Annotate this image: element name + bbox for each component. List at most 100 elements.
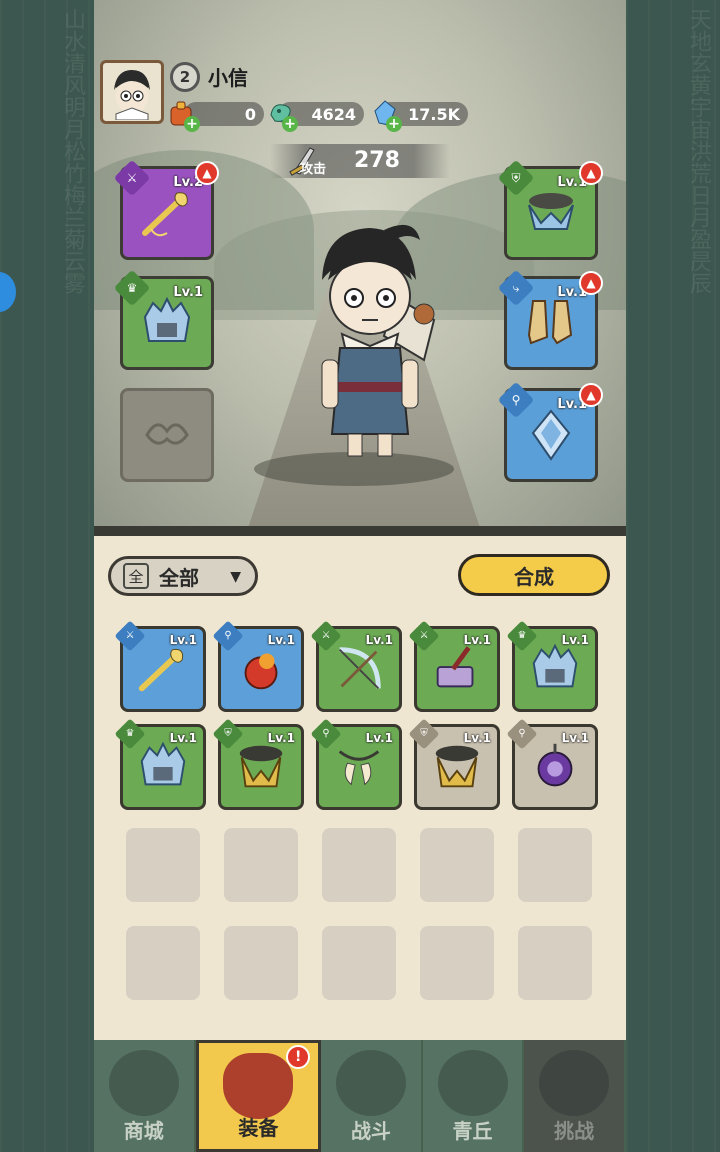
equip-slot-weapon[interactable]: ⚔ Lv.2 ▲ [113, 159, 219, 260]
nav-tab-equipment[interactable]: ! 装备 [195, 1040, 322, 1152]
player-level-badge: 2 [170, 62, 200, 92]
bow-icon [338, 647, 381, 690]
inventory-item[interactable]: ⚲ Lv.1 [212, 620, 304, 712]
mountain-icon [437, 1050, 508, 1116]
inventory-item[interactable]: ♛ Lv.1 [114, 718, 206, 810]
empty-ornament-icon [145, 423, 189, 445]
inventory-item[interactable]: ⛨ Lv.1 [212, 718, 304, 810]
player-avatar[interactable] [100, 60, 164, 124]
filter-category-box: 全 [123, 563, 149, 589]
crystal-add-button[interactable]: + [386, 116, 402, 132]
equip-slot-armor[interactable]: ⛨ Lv.1 ▲ [497, 159, 603, 260]
armor-type-icon: ⛨ [408, 718, 440, 750]
nav-label: 装备 [238, 1116, 279, 1140]
inventory-empty-slot [518, 926, 592, 1000]
bottom-nav: 商城 ! 装备 战斗 青丘 挑战 [94, 1040, 626, 1152]
item-level: Lv.1 [463, 731, 491, 745]
fur-armor-icon [528, 193, 574, 230]
nav-label: 战斗 [350, 1119, 391, 1143]
filter-label: 全部 [159, 565, 199, 590]
upgrade-arrow-icon: ▲ [579, 271, 603, 295]
crystal-currency-value: 17.5K [408, 104, 460, 124]
nav-tab-challenge[interactable]: 挑战 [524, 1040, 626, 1152]
gift-add-button[interactable]: + [184, 116, 200, 132]
nav-label: 商城 [123, 1119, 164, 1143]
equip-slot-helmet[interactable]: ♛ Lv.1 [113, 269, 214, 370]
attack-label: 攻击 [300, 162, 327, 177]
ice-helmet-icon [532, 643, 578, 688]
ice-helmet-icon [140, 741, 186, 786]
equip-slot-boots[interactable]: ⤷ Lv.1 ▲ [497, 269, 603, 370]
inventory-item[interactable]: ⚲ Lv.1 [310, 718, 402, 810]
equip-slot-amulet[interactable]: ⚲ Lv.1 ▲ [497, 381, 603, 482]
armor-type-icon: ⛨ [497, 159, 535, 197]
merge-button[interactable]: 合成 [458, 554, 610, 596]
golden-staff-icon [142, 192, 188, 237]
nav-tab-qingqiu[interactable]: 青丘 [423, 1040, 525, 1152]
helmet-type-icon: ♛ [506, 620, 538, 652]
inventory-panel: 全 全部 ▼ 合成 ⚔ Lv.1 ⚲ Lv.1 ⚔ Lv.1 ⚔ Lv.1 ♛ … [94, 536, 626, 1040]
amulet-type-icon: ⚲ [497, 381, 535, 419]
left-backdrop: 山水清风明月松竹梅兰菊云雾 [0, 0, 94, 1152]
weapon-type-icon: ⚔ [408, 620, 440, 652]
necklace-type-icon: ⚲ [506, 718, 538, 750]
helmet-type-icon: ♛ [113, 269, 151, 307]
item-level: Lv.1 [561, 731, 589, 745]
inventory-item[interactable]: ⚔ Lv.1 [310, 620, 402, 712]
inventory-item[interactable]: ⚔ Lv.1 [114, 620, 206, 712]
right-backdrop: 天地玄黄宇宙洪荒日月盈昃辰 [626, 0, 720, 1152]
inventory-empty-slot [518, 828, 592, 902]
avatar-face-icon [104, 64, 160, 120]
inventory-empty-slot [420, 828, 494, 902]
inventory-item[interactable]: ⚲ Lv.1 [506, 718, 598, 810]
jade-currency-value: 4624 [311, 104, 356, 124]
necklace-type-icon: ⚲ [212, 620, 244, 652]
item-level: Lv.1 [267, 633, 295, 647]
ice-helmet-icon [143, 296, 191, 342]
jade-add-button[interactable]: + [282, 116, 298, 132]
crystal-amulet-icon [531, 409, 571, 461]
crossed-swords-icon [335, 1050, 406, 1116]
gold-armor-icon [239, 745, 283, 788]
upgrade-arrow-icon: ▲ [195, 161, 219, 185]
hero-character[interactable] [284, 210, 454, 470]
inventory-item[interactable]: ⚔ Lv.1 [408, 620, 500, 712]
inventory-item[interactable]: ⛨ Lv.1 [408, 718, 500, 810]
inventory-empty-slot [224, 926, 298, 1000]
nav-label: 挑战 [554, 1119, 595, 1143]
weapon-type-icon: ⚔ [310, 620, 342, 652]
inventory-empty-slot [126, 926, 200, 1000]
armor-type-icon: ⛨ [212, 718, 244, 750]
golden-staff-icon [138, 648, 184, 692]
purple-orb-icon [537, 743, 573, 787]
item-level: Lv.1 [365, 731, 393, 745]
necklace-type-icon: ⚲ [310, 718, 342, 750]
attack-power-bar: 攻击 278 [270, 144, 450, 178]
inventory-empty-slot [420, 926, 494, 1000]
nav-tab-battle[interactable]: 战斗 [321, 1040, 423, 1152]
fang-necklace-icon [338, 750, 380, 786]
equip-level: Lv.1 [173, 285, 203, 300]
character-scene: 2 小信 0 + 4624 + 17.5K + 攻击 278 ⚔ Lv.2 ▲ … [94, 0, 626, 536]
inventory-item[interactable]: ♛ Lv.1 [506, 620, 598, 712]
inventory-empty-slot [126, 828, 200, 902]
inventory-empty-slot [322, 926, 396, 1000]
challenge-orb-icon [539, 1050, 610, 1116]
nav-label: 青丘 [452, 1119, 493, 1143]
gold-armor-icon [435, 745, 479, 788]
player-name: 小信 [208, 66, 248, 90]
item-level: Lv.1 [561, 633, 589, 647]
chevron-down-icon: ▼ [230, 569, 241, 585]
alert-badge: ! [286, 1045, 311, 1069]
category-filter-dropdown[interactable]: 全 全部 ▼ [108, 556, 258, 596]
weapon-type-icon: ⚔ [113, 159, 151, 197]
equip-slot-accessory-empty[interactable] [120, 388, 214, 482]
item-level: Lv.1 [365, 633, 393, 647]
shop-icon [108, 1050, 179, 1116]
game-screen: 2 小信 0 + 4624 + 17.5K + 攻击 278 ⚔ Lv.2 ▲ … [94, 0, 626, 1152]
boots-icon [527, 300, 573, 345]
upgrade-arrow-icon: ▲ [579, 383, 603, 407]
helmet-type-icon: ♛ [114, 718, 146, 750]
hammer-icon [436, 646, 474, 688]
nav-tab-shop[interactable]: 商城 [94, 1040, 196, 1152]
